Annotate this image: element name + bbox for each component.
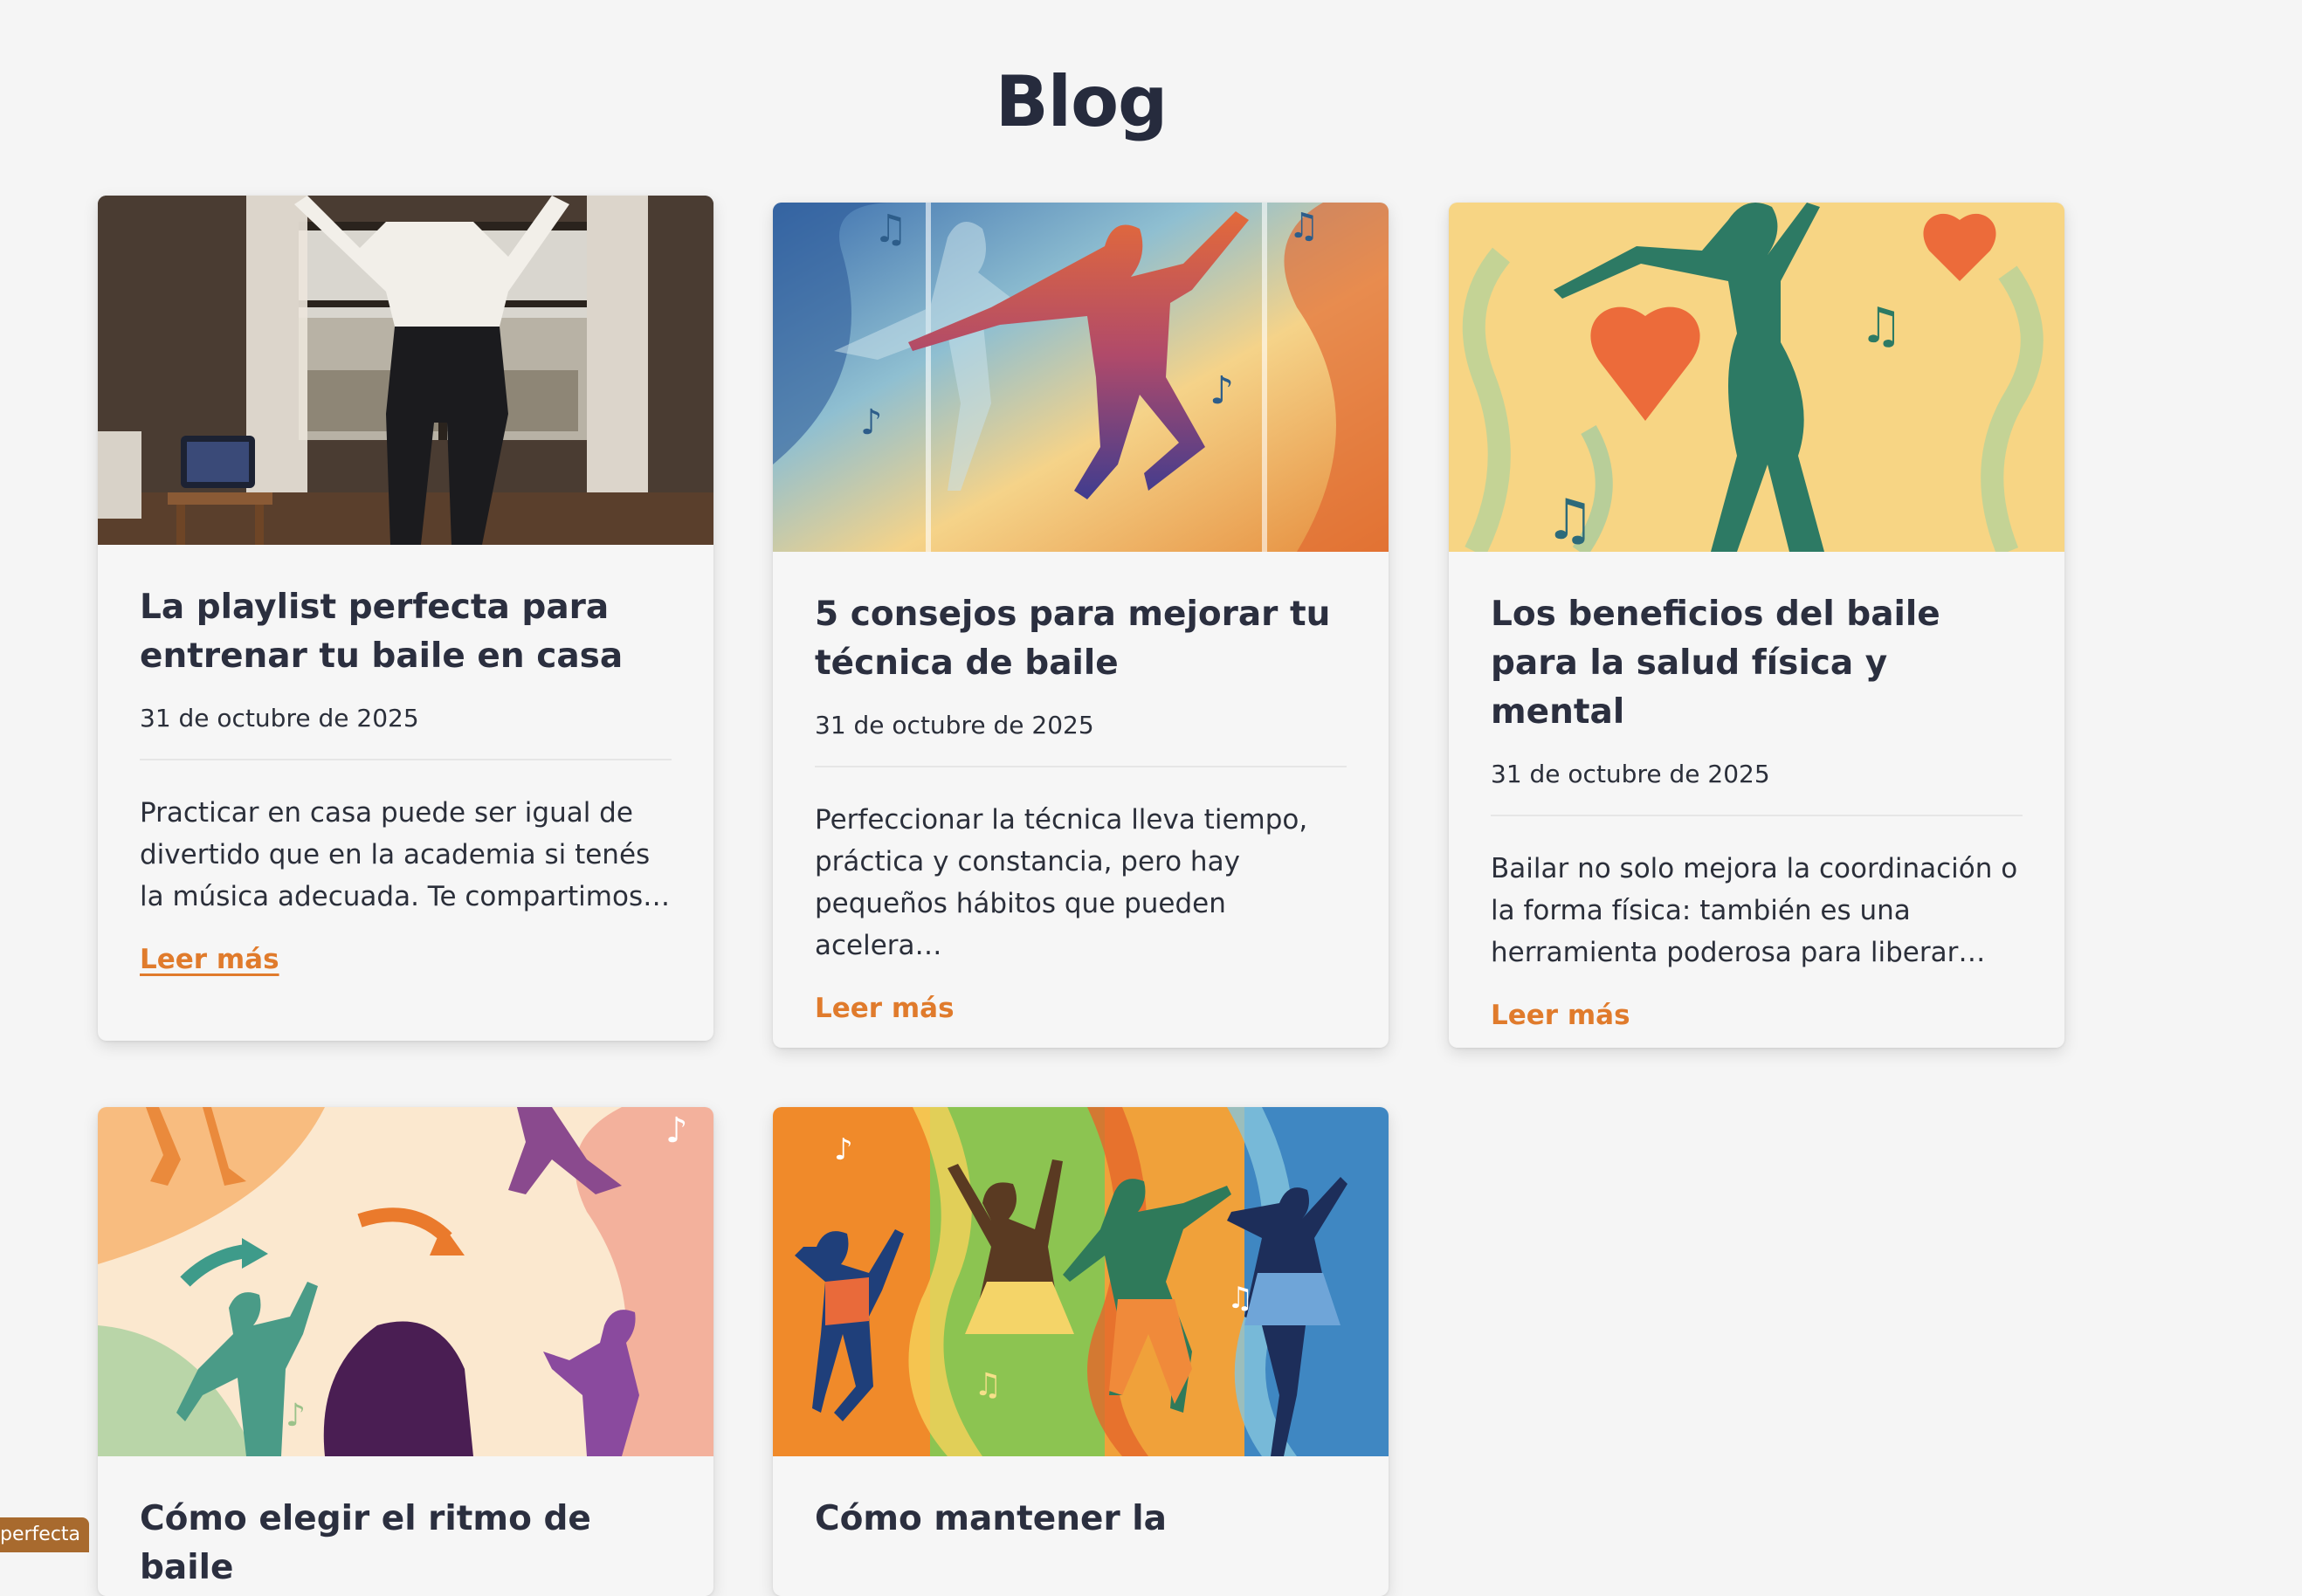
- svg-text:♫: ♫: [1859, 298, 1903, 354]
- svg-text:♫: ♫: [1545, 488, 1595, 552]
- blog-card[interactable]: ♫ ♫ Los beneficios del baile para la sal…: [1449, 203, 2064, 1048]
- group-dancing-seasons-illustration: ♪ ♫ ♫: [773, 1107, 1389, 1456]
- read-more-link[interactable]: Leer más: [1491, 1000, 1630, 1031]
- blog-card[interactable]: ♪ ♫ ♫ Cómo mantener la: [773, 1107, 1389, 1596]
- post-thumbnail[interactable]: ♫ ♫: [1449, 203, 2064, 552]
- woman-dancing-photo: [98, 196, 713, 545]
- svg-text:♫: ♫: [1288, 206, 1320, 246]
- dancer-silhouette-illustration: ♫ ♫ ♪ ♪: [773, 203, 1389, 552]
- read-more-link[interactable]: Leer más: [140, 944, 279, 975]
- svg-text:♪: ♪: [286, 1398, 306, 1434]
- post-title[interactable]: Los beneficios del baile para la salud f…: [1491, 552, 2023, 737]
- svg-text:♪: ♪: [1210, 368, 1234, 413]
- svg-text:♫: ♫: [873, 207, 907, 251]
- post-excerpt: Practicar en casa puede ser igual de div…: [140, 797, 671, 912]
- dance-styles-illustration: ♪ ♪: [98, 1107, 713, 1456]
- post-title[interactable]: La playlist perfecta para entrenar tu ba…: [140, 545, 672, 681]
- post-date: 31 de octubre de 2025: [140, 704, 672, 760]
- dancer-with-hearts-illustration: ♫ ♫: [1449, 203, 2064, 552]
- post-title[interactable]: Cómo mantener la: [815, 1456, 1347, 1544]
- blog-card[interactable]: La playlist perfecta para entrenar tu ba…: [98, 196, 713, 1041]
- blog-card[interactable]: ♪ ♪ Cómo elegir el ritmo de baile: [98, 1107, 713, 1596]
- read-more-link[interactable]: Leer más: [815, 993, 955, 1024]
- post-thumbnail[interactable]: ♪ ♫ ♫: [773, 1107, 1389, 1456]
- post-thumbnail[interactable]: [98, 196, 713, 545]
- post-date: 31 de octubre de 2025: [1491, 760, 2023, 816]
- svg-text:♫: ♫: [1227, 1281, 1253, 1316]
- svg-text:♪: ♪: [860, 402, 883, 443]
- post-date: 31 de octubre de 2025: [815, 711, 1347, 767]
- post-thumbnail[interactable]: ♫ ♫ ♪ ♪: [773, 203, 1389, 552]
- post-title[interactable]: Cómo elegir el ritmo de baile: [140, 1456, 672, 1593]
- svg-text:♪: ♪: [665, 1111, 688, 1151]
- post-title[interactable]: 5 consejos para mejorar tu técnica de ba…: [815, 552, 1347, 688]
- post-thumbnail[interactable]: ♪ ♪: [98, 1107, 713, 1456]
- post-excerpt: Perfeccionar la técnica lleva tiempo, pr…: [815, 804, 1308, 961]
- page-title: Blog: [995, 61, 1168, 142]
- blog-card[interactable]: ♫ ♫ ♪ ♪ 5 consejos para mejorar tu técni…: [773, 203, 1389, 1048]
- svg-text:♫: ♫: [974, 1367, 1002, 1403]
- post-excerpt: Bailar no solo mejora la coordinación o …: [1491, 853, 2018, 968]
- svg-text:♪: ♪: [834, 1132, 853, 1167]
- floating-tag[interactable]: perfecta: [0, 1517, 89, 1552]
